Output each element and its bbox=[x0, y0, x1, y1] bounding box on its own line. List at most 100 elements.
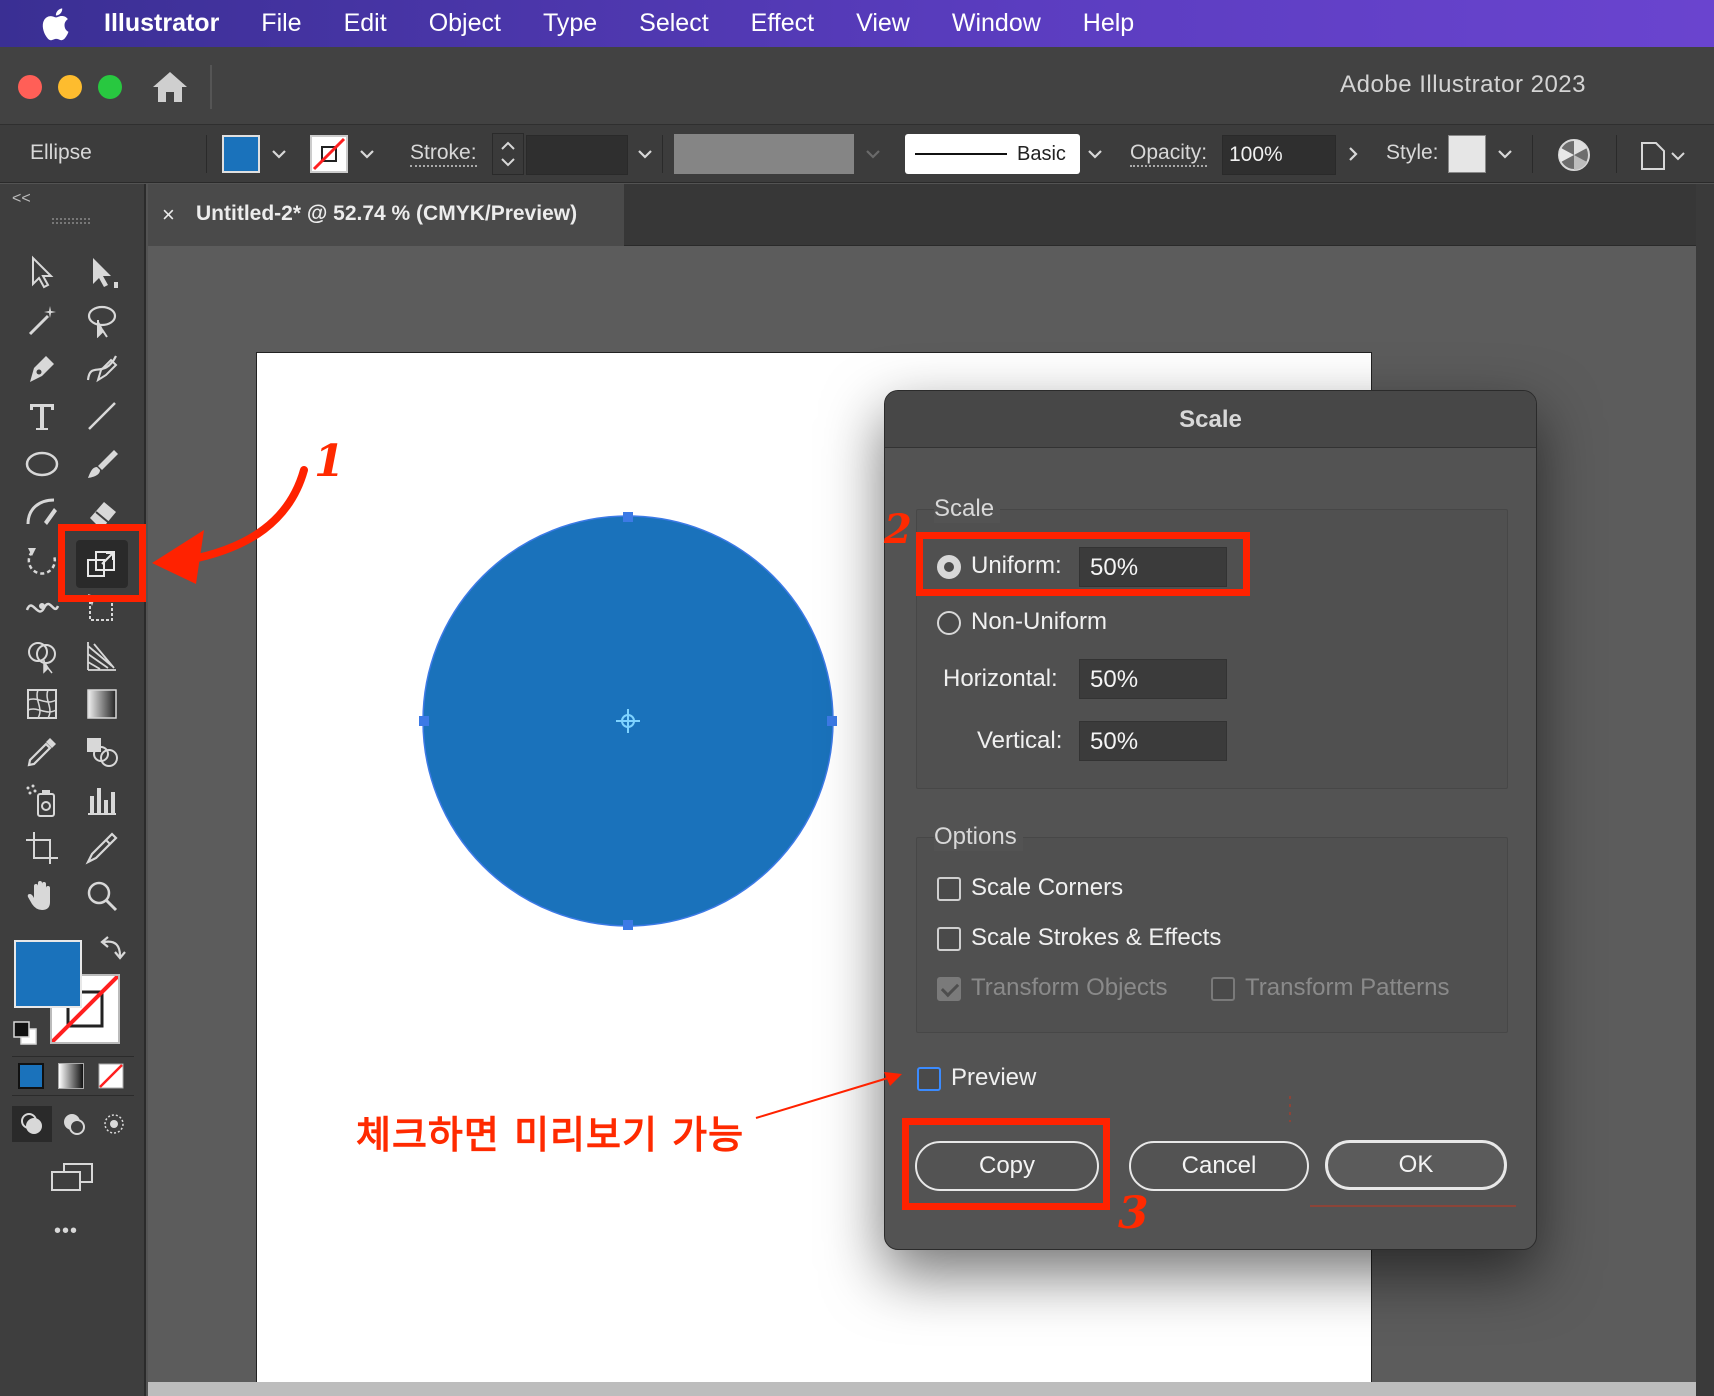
vertical-input[interactable]: 50% bbox=[1079, 721, 1227, 761]
chevron-down-icon[interactable] bbox=[354, 135, 380, 173]
menu-edit[interactable]: Edit bbox=[344, 9, 387, 38]
recolor-artwork-icon[interactable] bbox=[1556, 137, 1592, 173]
lasso-tool-icon[interactable] bbox=[82, 300, 122, 340]
artboard-tool-icon[interactable] bbox=[22, 828, 62, 868]
color-mode-button[interactable] bbox=[18, 1063, 44, 1089]
line-segment-tool-icon[interactable] bbox=[82, 396, 122, 436]
rotate-tool-icon[interactable] bbox=[22, 540, 62, 580]
color-mode-row bbox=[12, 1056, 134, 1096]
eyedropper-tool-icon[interactable] bbox=[22, 732, 62, 772]
document-tab[interactable]: × Untitled-2* @ 52.74 % (CMYK/Preview) bbox=[148, 184, 624, 246]
stroke-weight-stepper[interactable] bbox=[492, 133, 524, 175]
change-screen-mode-icon[interactable] bbox=[48, 1160, 96, 1196]
variable-width-profile[interactable] bbox=[674, 134, 854, 174]
pen-tool-icon[interactable] bbox=[22, 348, 62, 388]
non-uniform-radio[interactable] bbox=[937, 611, 961, 635]
anchor-point[interactable] bbox=[623, 512, 633, 522]
graphic-style-swatch[interactable] bbox=[1448, 135, 1486, 173]
menu-app-name[interactable]: Illustrator bbox=[104, 9, 219, 38]
slice-tool-icon[interactable] bbox=[82, 828, 122, 868]
cancel-button[interactable]: Cancel bbox=[1129, 1141, 1309, 1191]
ellipse-tool-icon[interactable] bbox=[22, 444, 62, 484]
zoom-window-button[interactable] bbox=[98, 75, 122, 99]
close-tab-icon[interactable]: × bbox=[162, 202, 175, 228]
chevron-down-icon[interactable] bbox=[860, 135, 886, 173]
document-setup-icon[interactable] bbox=[1636, 137, 1688, 173]
scale-corners-checkbox[interactable] bbox=[937, 877, 961, 901]
gradient-tool-icon[interactable] bbox=[82, 684, 122, 724]
vertical-label: Vertical: bbox=[977, 727, 1063, 754]
stroke-label[interactable]: Stroke: bbox=[410, 141, 477, 167]
anchor-point[interactable] bbox=[827, 716, 837, 726]
symbol-sprayer-tool-icon[interactable] bbox=[22, 780, 62, 820]
brush-label: Basic bbox=[1017, 143, 1066, 165]
chevron-down-icon[interactable] bbox=[1082, 135, 1108, 173]
brush-definition[interactable]: Basic bbox=[905, 134, 1080, 174]
menu-view[interactable]: View bbox=[856, 9, 910, 38]
minimize-window-button[interactable] bbox=[58, 75, 82, 99]
magic-wand-tool-icon[interactable] bbox=[22, 300, 62, 340]
opacity-label[interactable]: Opacity: bbox=[1130, 141, 1208, 167]
non-uniform-label: Non-Uniform bbox=[971, 608, 1108, 635]
column-graph-tool-icon[interactable] bbox=[82, 780, 122, 820]
blend-tool-icon[interactable] bbox=[82, 732, 122, 772]
shape-builder-tool-icon[interactable] bbox=[22, 636, 62, 676]
anchor-point[interactable] bbox=[623, 920, 633, 930]
menu-type[interactable]: Type bbox=[543, 9, 597, 38]
horizontal-input[interactable]: 50% bbox=[1079, 659, 1227, 699]
ok-button[interactable]: OK bbox=[1325, 1140, 1507, 1190]
control-divider bbox=[206, 135, 207, 173]
collapse-panel-button[interactable]: << bbox=[12, 190, 31, 208]
selection-tool-icon[interactable] bbox=[22, 252, 62, 292]
document-tab-title: Untitled-2* @ 52.74 % (CMYK/Preview) bbox=[196, 202, 578, 225]
preview-checkbox[interactable] bbox=[917, 1067, 941, 1091]
fill-color-box[interactable] bbox=[14, 940, 82, 1008]
opacity-input[interactable]: 100% bbox=[1222, 135, 1336, 175]
hand-tool-icon[interactable] bbox=[22, 876, 62, 916]
chevron-down-icon[interactable] bbox=[1492, 135, 1518, 173]
stroke-swatch[interactable] bbox=[310, 135, 348, 173]
width-tool-icon[interactable] bbox=[22, 588, 62, 628]
menu-help[interactable]: Help bbox=[1083, 9, 1134, 38]
type-tool-icon[interactable] bbox=[22, 396, 62, 436]
perspective-grid-tool-icon[interactable] bbox=[82, 636, 122, 676]
close-window-button[interactable] bbox=[18, 75, 42, 99]
paintbrush-tool-icon[interactable] bbox=[82, 444, 122, 484]
chevron-right-icon[interactable] bbox=[1340, 135, 1366, 173]
horizontal-scrollbar[interactable] bbox=[148, 1382, 1696, 1396]
draw-inside-icon[interactable] bbox=[96, 1106, 132, 1142]
menu-effect[interactable]: Effect bbox=[751, 9, 814, 38]
panel-grip[interactable] bbox=[52, 218, 90, 224]
menu-file[interactable]: File bbox=[261, 9, 301, 38]
chevron-down-icon[interactable] bbox=[266, 135, 292, 173]
draw-normal-icon[interactable] bbox=[12, 1106, 52, 1142]
none-mode-button[interactable] bbox=[98, 1063, 124, 1089]
draw-behind-icon[interactable] bbox=[56, 1106, 92, 1142]
more-tools-icon[interactable]: ••• bbox=[54, 1220, 78, 1243]
apple-icon[interactable] bbox=[40, 7, 70, 41]
mesh-tool-icon[interactable] bbox=[22, 684, 62, 724]
anchor-point[interactable] bbox=[419, 716, 429, 726]
scale-strokes-checkbox[interactable] bbox=[937, 927, 961, 951]
control-divider bbox=[1616, 135, 1617, 173]
zoom-tool-icon[interactable] bbox=[82, 876, 122, 916]
scale-corners-label: Scale Corners bbox=[971, 874, 1124, 901]
annotation-step-2: 2 bbox=[884, 506, 912, 553]
gradient-mode-button[interactable] bbox=[58, 1063, 84, 1089]
style-label: Style: bbox=[1386, 141, 1439, 164]
swap-fill-stroke-icon[interactable] bbox=[98, 936, 126, 964]
menu-object[interactable]: Object bbox=[429, 9, 501, 38]
window-titlebar: Adobe Illustrator 2023 bbox=[0, 47, 1714, 125]
curvature-tool-icon[interactable] bbox=[82, 348, 122, 388]
home-icon[interactable] bbox=[150, 69, 190, 105]
menu-window[interactable]: Window bbox=[952, 9, 1041, 38]
menu-select[interactable]: Select bbox=[639, 9, 708, 38]
selected-ellipse[interactable] bbox=[418, 511, 838, 931]
stroke-weight-input[interactable] bbox=[526, 135, 628, 175]
default-fill-stroke-icon[interactable] bbox=[12, 1020, 38, 1046]
chevron-down-icon[interactable] bbox=[632, 135, 658, 173]
annotation-scale-tool-highlight bbox=[58, 524, 146, 602]
shaper-tool-icon[interactable] bbox=[22, 492, 62, 532]
direct-selection-tool-icon[interactable] bbox=[82, 252, 122, 292]
fill-swatch[interactable] bbox=[222, 135, 260, 173]
